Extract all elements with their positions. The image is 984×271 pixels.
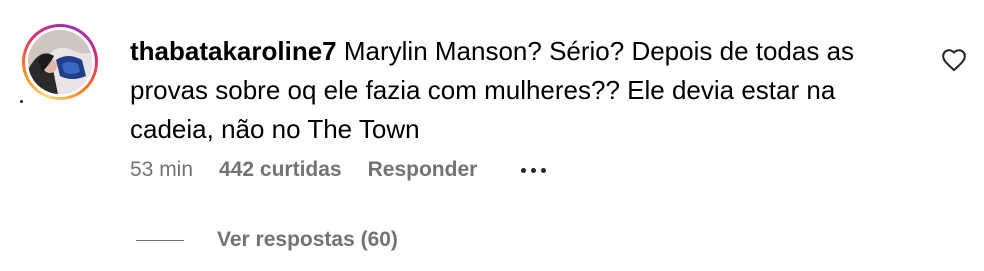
likes-count[interactable]: 442 curtidas: [219, 158, 342, 182]
reply-button[interactable]: Responder: [368, 158, 478, 182]
decorative-dot: [20, 100, 23, 103]
avatar-border: [25, 27, 95, 97]
ellipsis-dot: [531, 167, 537, 173]
avatar-story-ring[interactable]: [22, 24, 98, 100]
heart-icon[interactable]: [941, 48, 967, 72]
comment-username[interactable]: thabatakaroline7: [130, 36, 337, 66]
comment-body: thabatakaroline7 Marylin Manson? Sério? …: [130, 32, 890, 149]
ellipsis-dot: [521, 167, 527, 173]
comment-meta: 53 min 442 curtidas Responder: [130, 155, 547, 185]
ellipsis-dot: [541, 167, 547, 173]
view-replies-button[interactable]: Ver respostas (60): [136, 226, 398, 254]
comment-time[interactable]: 53 min: [130, 158, 193, 182]
avatar[interactable]: [28, 30, 92, 94]
view-replies-label[interactable]: Ver respostas (60): [217, 228, 398, 252]
avatar-photo: [28, 30, 92, 94]
replies-divider-line: [136, 239, 184, 241]
ellipsis-icon[interactable]: [521, 167, 547, 173]
